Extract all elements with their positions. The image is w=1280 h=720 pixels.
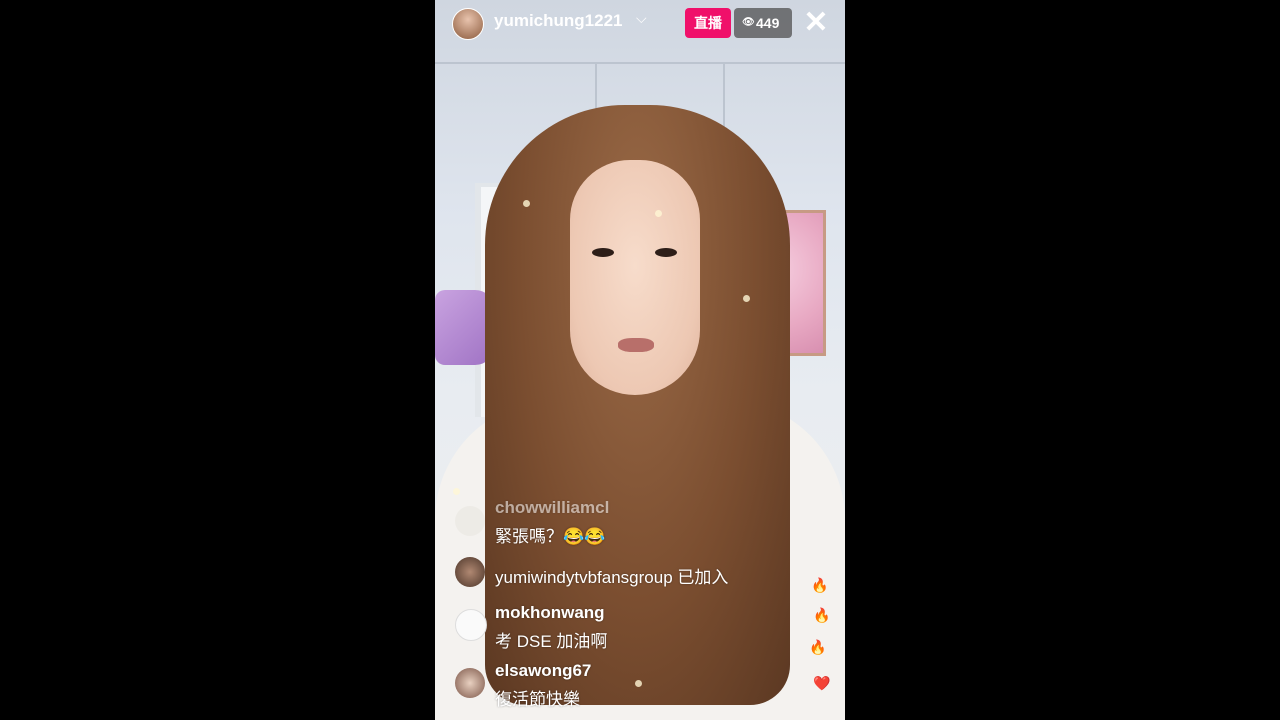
live-badge: 直播	[685, 8, 731, 38]
eye-icon: 👁	[742, 17, 755, 28]
fire-reaction-icon: 🔥	[813, 607, 831, 623]
comment-text: 復活節快樂	[495, 690, 580, 709]
join-notice: yumiwindytvbfansgroup 已加入	[455, 557, 785, 589]
fire-reaction-icon: 🔥	[809, 639, 827, 655]
live-top-bar: yumichung1221 ⌵ 直播 👁 449 ✕	[435, 0, 845, 48]
comment-item: 緊張嗎？😂😂	[455, 520, 785, 546]
sparkle-effect	[655, 210, 662, 217]
comment-item: elsawong67 復活節快樂	[455, 660, 785, 710]
comment-avatar	[455, 609, 487, 641]
mouth	[618, 338, 654, 352]
eye	[655, 248, 677, 257]
viewer-count: 449	[756, 15, 780, 31]
chevron-down-icon[interactable]: ⌵	[636, 10, 647, 27]
join-text: yumiwindytvbfansgroup 已加入	[495, 568, 729, 587]
comment-item: mokhonwang 考 DSE 加油啊	[455, 602, 785, 652]
heart-reaction-icon: ❤️	[813, 675, 831, 691]
comment-avatar	[455, 668, 485, 698]
comment-username: mokhonwang	[495, 603, 605, 622]
wall-edge	[435, 62, 845, 64]
sparkle-effect	[743, 295, 750, 302]
live-video-frame[interactable]: yumichung1221 ⌵ 直播 👁 449 ✕ chowwilliamcl…	[435, 0, 845, 720]
sparkle-effect	[453, 488, 460, 495]
sparkle-effect	[523, 200, 530, 207]
close-icon[interactable]: ✕	[801, 8, 831, 38]
fire-reaction-icon: 🔥	[811, 577, 829, 593]
comment-avatar	[455, 557, 485, 587]
comment-text: 考 DSE 加油啊	[495, 632, 608, 651]
host-username[interactable]: yumichung1221	[494, 11, 623, 31]
person-face	[570, 160, 700, 395]
eye	[592, 248, 614, 257]
comment-text: 緊張嗎？😂😂	[495, 527, 606, 546]
host-avatar[interactable]	[452, 8, 484, 40]
viewer-count-badge[interactable]: 👁 449	[734, 8, 792, 38]
comment-username: elsawong67	[495, 661, 592, 680]
comment-username: chowwilliamcl	[495, 498, 610, 517]
